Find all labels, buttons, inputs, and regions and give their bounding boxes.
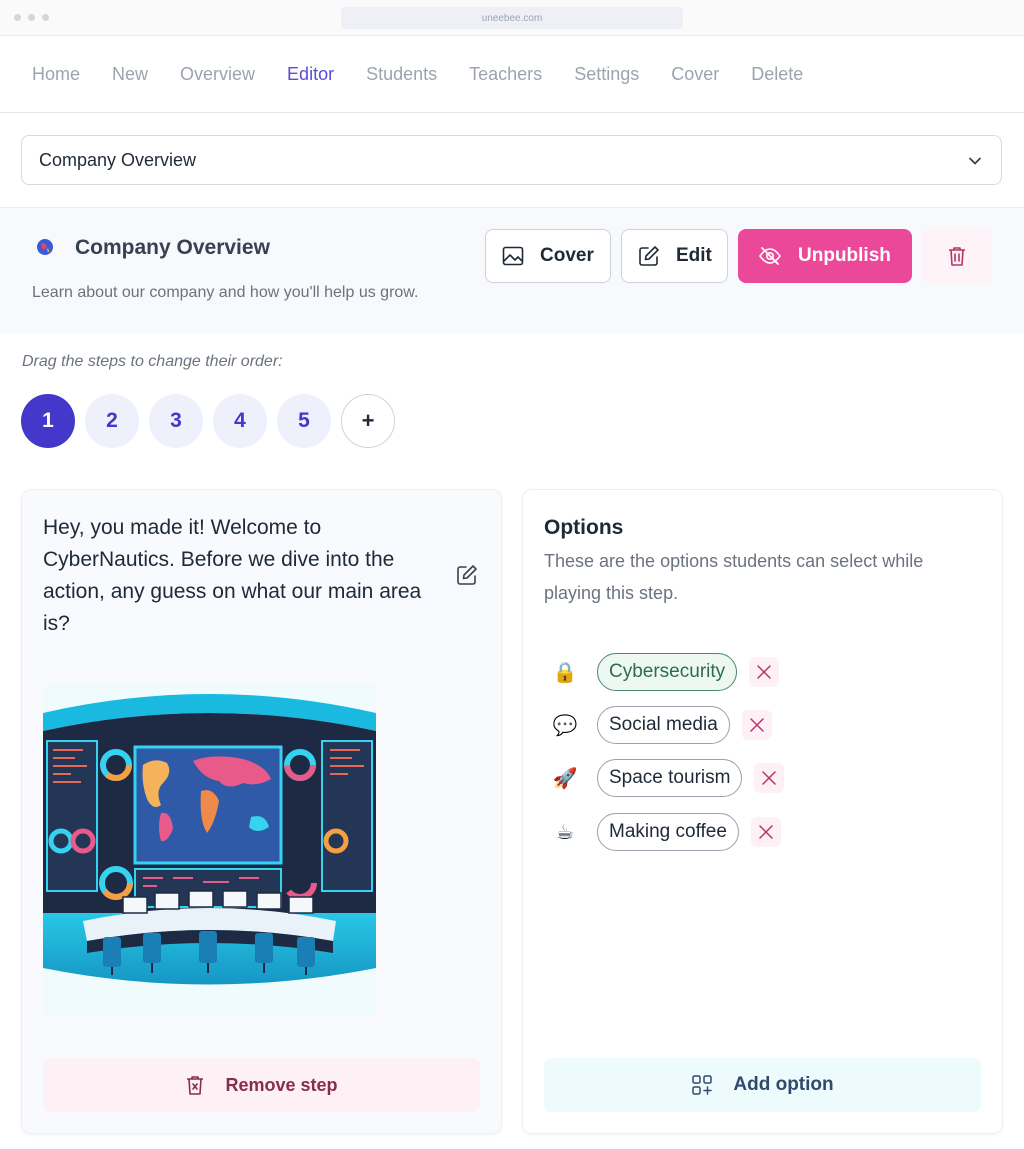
cover-button[interactable]: Cover bbox=[485, 229, 611, 283]
edit-button-label: Edit bbox=[676, 245, 712, 266]
nav-delete[interactable]: Delete bbox=[751, 64, 803, 85]
remove-option-button[interactable] bbox=[754, 763, 785, 793]
chevron-down-icon bbox=[969, 157, 981, 165]
coffee-icon: ☕ bbox=[556, 821, 574, 844]
add-option-label: Add option bbox=[733, 1074, 834, 1095]
rocket-icon: 🚀 bbox=[552, 767, 578, 790]
step-illustration bbox=[43, 683, 376, 1016]
address-bar[interactable]: uneebee.com bbox=[341, 7, 683, 29]
nav-settings[interactable]: Settings bbox=[574, 64, 639, 85]
lesson-select[interactable]: Company Overview bbox=[21, 135, 1002, 185]
trash-icon bbox=[949, 247, 965, 266]
add-step-button[interactable]: + bbox=[341, 394, 395, 448]
option-label[interactable]: Social media bbox=[597, 706, 730, 744]
close-icon bbox=[757, 665, 771, 679]
edit-question-icon[interactable] bbox=[455, 563, 479, 587]
step-question: Hey, you made it! Welcome to CyberNautic… bbox=[43, 516, 422, 635]
option-label[interactable]: Cybersecurity bbox=[597, 653, 738, 691]
close-icon bbox=[762, 771, 777, 785]
window-dot bbox=[28, 14, 35, 21]
remove-step-button[interactable]: Remove step bbox=[43, 1058, 480, 1112]
course-nav: Home New Overview Editor Students Teache… bbox=[0, 37, 1024, 113]
remove-step-label: Remove step bbox=[225, 1074, 338, 1095]
squares-plus-icon bbox=[692, 1075, 713, 1095]
remove-option-button[interactable] bbox=[741, 710, 772, 740]
option-row: 🚀 Space tourism bbox=[552, 759, 785, 797]
nav-students[interactable]: Students bbox=[366, 64, 437, 85]
step-2-button[interactable]: 2 bbox=[85, 394, 139, 448]
option-label[interactable]: Making coffee bbox=[597, 813, 739, 851]
step-5-button[interactable]: 5 bbox=[277, 394, 331, 448]
options-title: Options bbox=[544, 516, 624, 539]
step-1-button[interactable]: 1 bbox=[21, 394, 75, 448]
add-option-button[interactable]: Add option bbox=[544, 1058, 981, 1112]
nav-editor[interactable]: Editor bbox=[287, 64, 334, 85]
window-dot bbox=[42, 14, 49, 21]
browser-chrome: uneebee.com bbox=[0, 0, 1024, 36]
nav-home[interactable]: Home bbox=[32, 64, 80, 85]
unpublish-button[interactable]: Unpublish bbox=[738, 229, 912, 283]
nav-cover[interactable]: Cover bbox=[671, 64, 719, 85]
nav-overview[interactable]: Overview bbox=[180, 64, 255, 85]
window-controls bbox=[14, 14, 49, 21]
option-label[interactable]: Space tourism bbox=[597, 759, 743, 797]
control-room-illustration bbox=[43, 694, 376, 985]
step-3-button[interactable]: 3 bbox=[149, 394, 203, 448]
image-icon bbox=[502, 246, 524, 266]
pencil-square-icon bbox=[639, 246, 659, 266]
close-icon bbox=[750, 718, 764, 732]
delete-lesson-button[interactable] bbox=[922, 229, 992, 283]
option-row: 💬 Social media bbox=[552, 706, 772, 744]
options-description: These are the options students can selec… bbox=[544, 551, 924, 603]
step-4-button[interactable]: 4 bbox=[213, 394, 267, 448]
close-icon bbox=[759, 825, 773, 839]
cover-button-label: Cover bbox=[540, 245, 594, 266]
remove-option-button[interactable] bbox=[749, 657, 780, 687]
window-dot bbox=[14, 14, 21, 21]
globe-emoji-icon bbox=[37, 239, 53, 255]
trash-x-icon bbox=[187, 1076, 204, 1095]
drag-hint: Drag the steps to change their order: bbox=[22, 353, 283, 370]
remove-option-button[interactable] bbox=[750, 817, 781, 847]
lesson-title: Company Overview bbox=[75, 236, 270, 259]
lesson-select-value: Company Overview bbox=[39, 149, 197, 170]
unpublish-button-label: Unpublish bbox=[798, 245, 891, 266]
lesson-subtitle: Learn about our company and how you'll h… bbox=[32, 284, 419, 301]
eye-slash-icon bbox=[759, 247, 781, 265]
option-row: ☕ Making coffee bbox=[552, 813, 781, 851]
option-row: 🔒 Cybersecurity bbox=[552, 653, 780, 691]
lock-icon: 🔒 bbox=[552, 661, 578, 684]
chat-bubble-icon: 💬 bbox=[552, 714, 578, 737]
edit-button[interactable]: Edit bbox=[621, 229, 728, 283]
nav-teachers[interactable]: Teachers bbox=[469, 64, 542, 85]
nav-new[interactable]: New bbox=[112, 64, 148, 85]
